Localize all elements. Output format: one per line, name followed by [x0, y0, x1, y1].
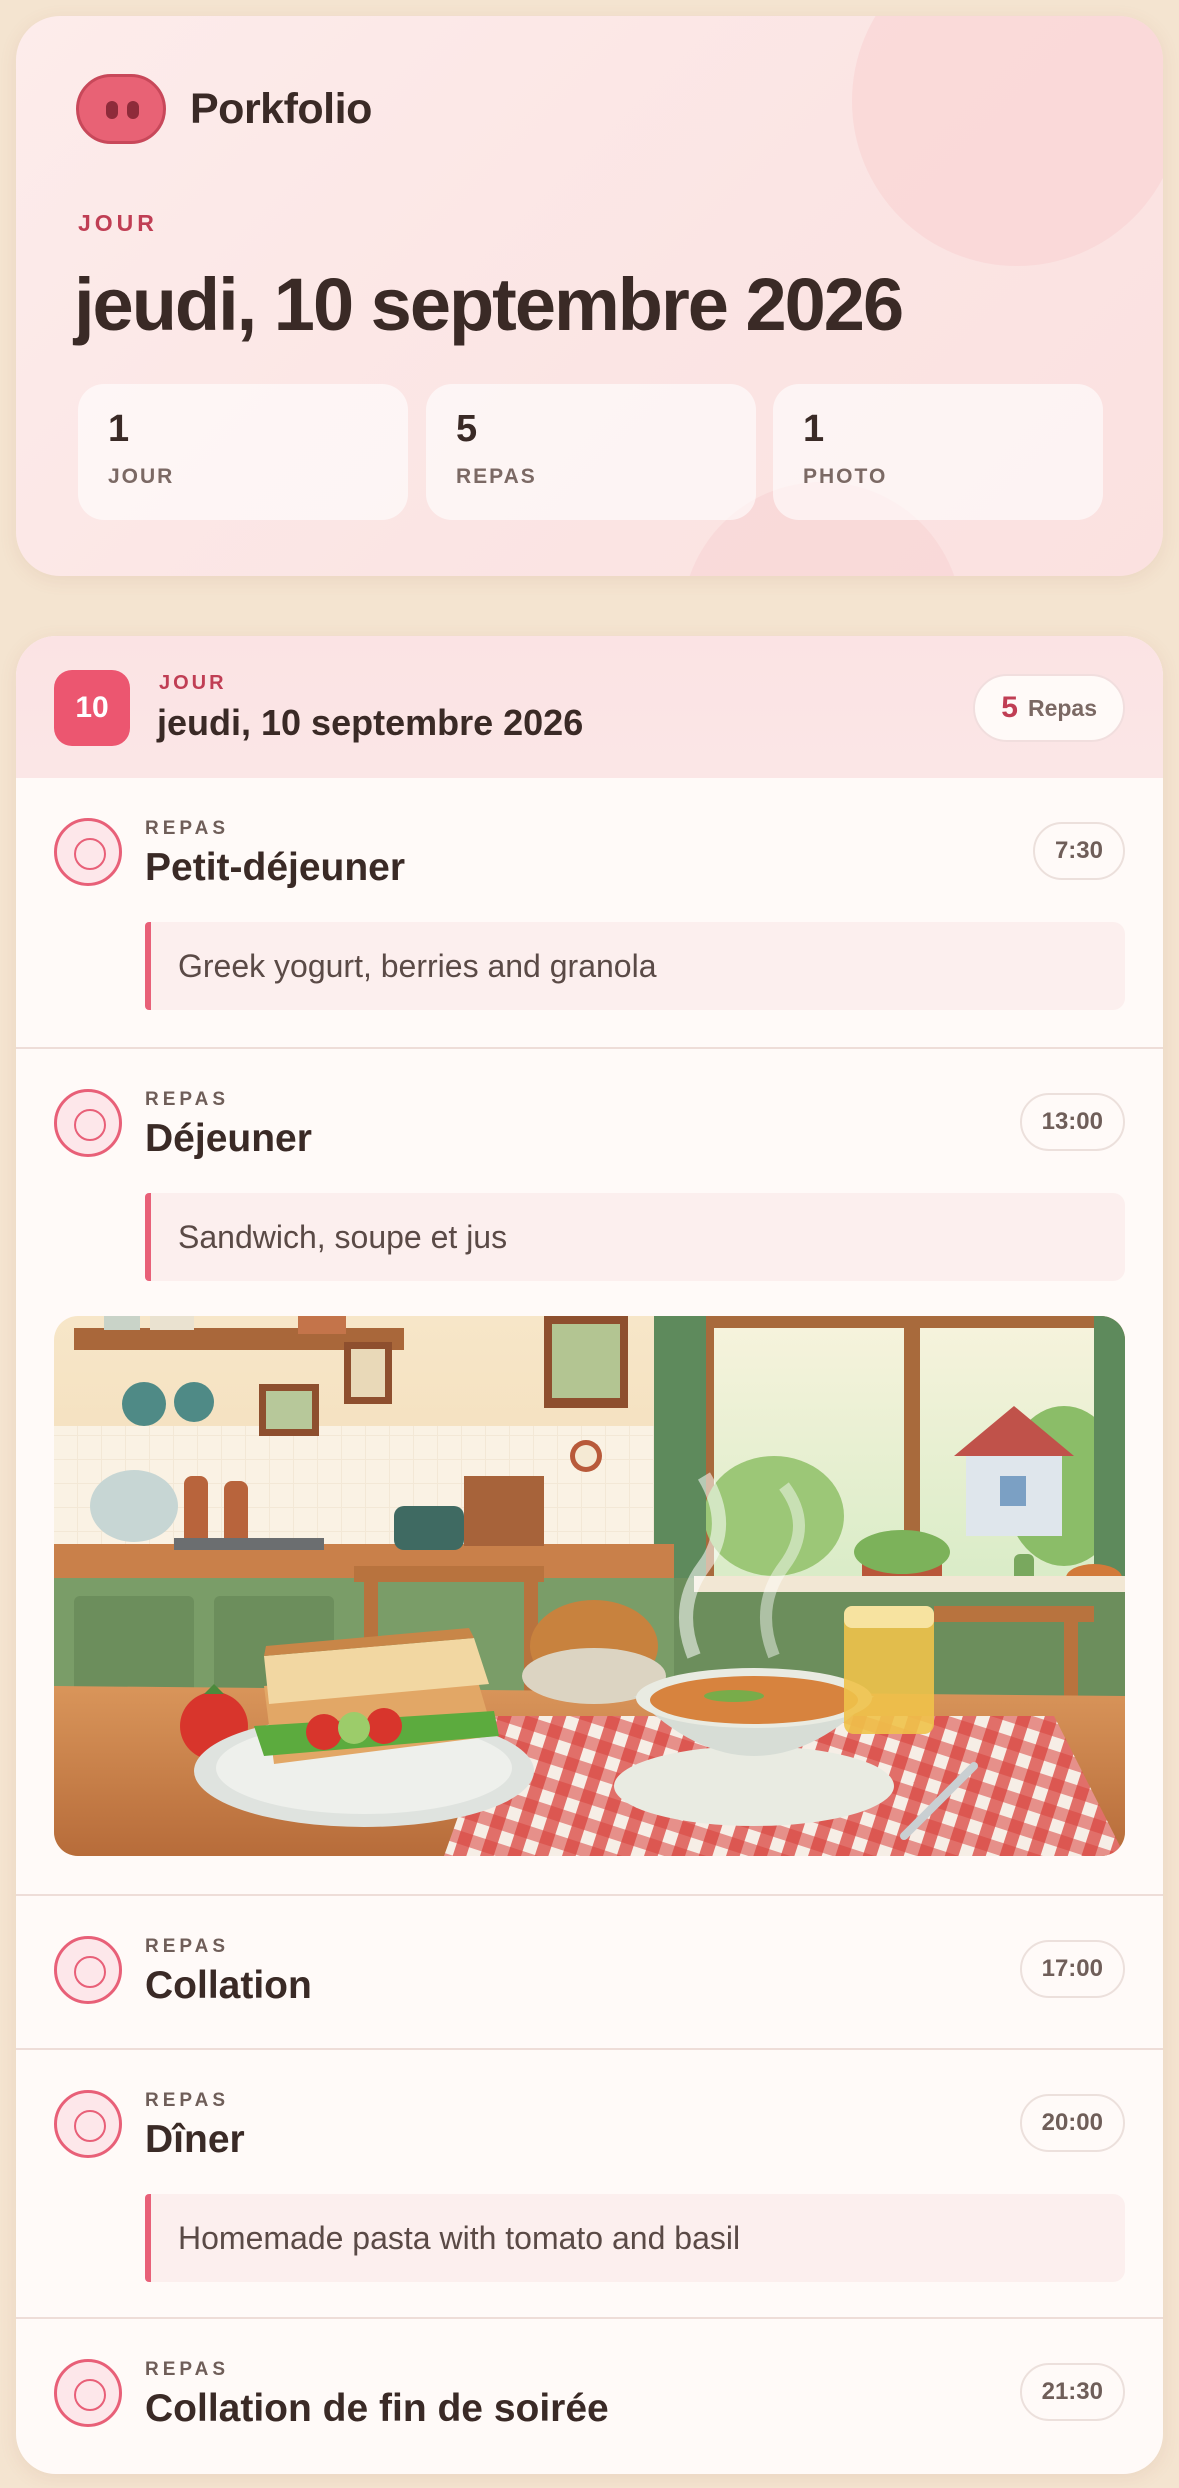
meal-checkbox[interactable] — [54, 818, 122, 886]
stat-label: JOUR — [108, 465, 175, 488]
meal-count-badge: 5 Repas — [973, 674, 1125, 742]
day-header[interactable]: 10 JOUR jeudi, 10 septembre 2026 5 Repas — [16, 636, 1163, 778]
day-title: jeudi, 10 septembre 2026 — [157, 702, 584, 743]
meal-eyebrow: REPAS — [145, 818, 230, 839]
stat-value: 5 — [456, 408, 478, 450]
meal-note: Greek yogurt, berries and granola — [145, 922, 1125, 1010]
stat-photos: 1 PHOTO — [773, 384, 1103, 520]
meal-checkbox[interactable] — [54, 2359, 122, 2427]
brand[interactable]: Porkfolio — [76, 74, 372, 144]
page-title: jeudi, 10 septembre 2026 — [74, 263, 904, 346]
meal-item-breakfast[interactable]: REPAS Petit-déjeuner 7:30 Greek yogurt, … — [16, 778, 1163, 1048]
meal-note: Sandwich, soupe et jus — [145, 1193, 1125, 1281]
meal-time[interactable]: 17:00 — [1019, 1940, 1125, 1998]
stat-days: 1 JOUR — [78, 384, 408, 520]
meal-count: 5 — [1001, 691, 1018, 724]
meal-title: Dîner — [145, 2118, 245, 2161]
meal-note: Homemade pasta with tomato and basil — [145, 2194, 1125, 2282]
meal-title: Collation de fin de soirée — [145, 2387, 609, 2430]
pig-nose-icon — [76, 74, 166, 144]
meal-checkbox[interactable] — [54, 1936, 122, 2004]
day-eyebrow: JOUR — [159, 672, 227, 694]
meal-photo[interactable] — [54, 1316, 1125, 1856]
meal-count-label: Repas — [1027, 694, 1097, 721]
meal-eyebrow: REPAS — [145, 1089, 230, 1110]
meal-title: Déjeuner — [145, 1117, 312, 1160]
day-card: 10 JOUR jeudi, 10 septembre 2026 5 Repas… — [16, 636, 1163, 2474]
decorative-circle — [852, 16, 1163, 266]
stat-label: REPAS — [456, 465, 537, 488]
meal-checkbox[interactable] — [54, 2090, 122, 2158]
meal-time[interactable]: 7:30 — [1032, 822, 1125, 880]
meal-photo-illustration — [54, 1316, 1125, 1856]
meal-time[interactable]: 13:00 — [1019, 1093, 1125, 1151]
app-title: Porkfolio — [190, 84, 372, 133]
meal-item-late-snack[interactable]: REPAS Collation de fin de soirée 21:30 — [16, 2319, 1163, 2474]
meal-eyebrow: REPAS — [145, 2359, 230, 2380]
meal-title: Collation — [145, 1964, 312, 2007]
meal-item-snack[interactable]: REPAS Collation 17:00 — [16, 1896, 1163, 2048]
stat-value: 1 — [803, 408, 825, 450]
meal-checkbox[interactable] — [54, 1089, 122, 1157]
stat-meals: 5 REPAS — [426, 384, 756, 520]
stat-value: 1 — [108, 408, 130, 450]
meal-eyebrow: REPAS — [145, 2090, 230, 2111]
meal-eyebrow: REPAS — [145, 1936, 230, 1957]
meal-item-dinner[interactable]: REPAS Dîner 20:00 Homemade pasta with to… — [16, 2050, 1163, 2316]
hero-eyebrow: JOUR — [78, 210, 158, 236]
meal-time[interactable]: 20:00 — [1019, 2094, 1125, 2152]
summary-card: Porkfolio JOUR jeudi, 10 septembre 2026 … — [16, 16, 1163, 576]
meal-time[interactable]: 21:30 — [1019, 2363, 1125, 2421]
meal-title: Petit-déjeuner — [145, 846, 406, 889]
day-number-badge: 10 — [54, 670, 130, 746]
stat-label: PHOTO — [803, 465, 888, 488]
